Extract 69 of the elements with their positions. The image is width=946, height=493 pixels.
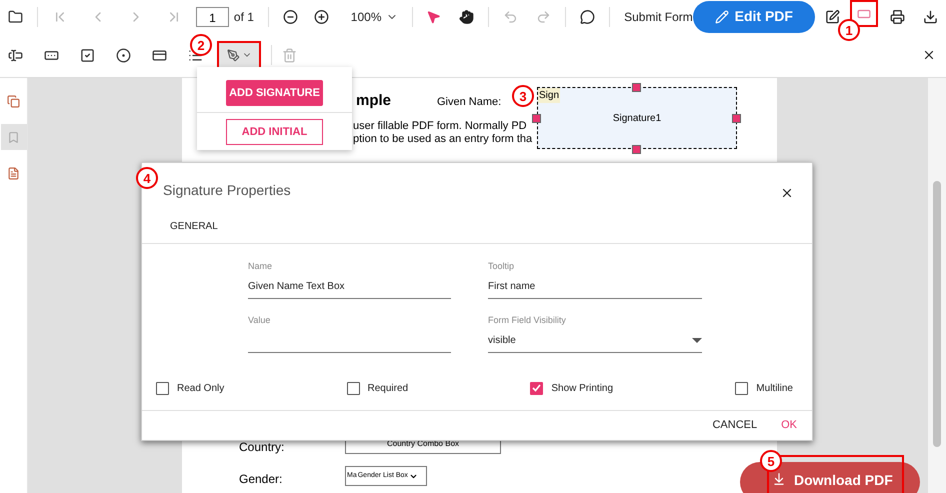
pencil-icon xyxy=(714,10,729,24)
open-icon[interactable] xyxy=(8,8,23,24)
input-field[interactable]: Tooltip First name xyxy=(488,260,702,299)
field-value: visible xyxy=(488,334,516,348)
field-value: Given Name Text Box xyxy=(248,280,345,294)
signature-button[interactable] xyxy=(217,41,261,69)
zoom-in-icon[interactable] xyxy=(314,8,329,24)
checkbox-label: Required xyxy=(368,382,408,396)
page-count: of 1 xyxy=(234,8,254,26)
dialog-button[interactable]: OK xyxy=(781,417,797,434)
pen-icon xyxy=(226,48,240,62)
checkbox[interactable] xyxy=(156,382,169,394)
body-text: user fillable PDF form. Normally PD xyxy=(353,119,527,134)
close-icon[interactable] xyxy=(780,186,794,200)
download-icon[interactable] xyxy=(923,8,938,24)
caret-icon xyxy=(692,338,702,343)
submit-form-button[interactable]: Submit Form xyxy=(624,8,693,26)
resize-handle[interactable] xyxy=(532,114,541,123)
pointer-icon[interactable] xyxy=(426,8,442,24)
textbox-icon[interactable] xyxy=(8,48,23,62)
field-label: Name xyxy=(248,260,274,273)
heading: mple xyxy=(356,91,392,111)
resize-handle[interactable] xyxy=(632,83,641,92)
dialog-title: Signature Properties xyxy=(163,181,291,200)
resize-handle[interactable] xyxy=(632,145,641,154)
pages-icon xyxy=(7,94,20,108)
select-field[interactable]: Form Field Visibility visible xyxy=(488,314,702,353)
dialog-button[interactable]: CANCEL xyxy=(712,417,758,434)
dialog-tab[interactable]: GENERAL xyxy=(170,218,218,234)
field-label: Value xyxy=(248,314,272,327)
checkbox[interactable] xyxy=(530,382,544,394)
field-value: First name xyxy=(488,280,536,294)
print-icon[interactable] xyxy=(890,8,906,24)
dropdown-field-icon[interactable] xyxy=(152,48,167,62)
edit-pdf-button[interactable]: Edit PDF xyxy=(692,0,815,32)
menu-item[interactable]: ADD SIGNATURE xyxy=(226,80,323,106)
checkbox[interactable] xyxy=(346,382,360,394)
field-label: Given Name: xyxy=(437,95,502,110)
comment-icon[interactable] xyxy=(580,8,596,24)
callout-number: 2 xyxy=(190,34,212,56)
field-label: Form Field Visibility xyxy=(488,314,567,327)
checkbox-label: Read Only xyxy=(177,382,224,396)
input-field[interactable]: Value xyxy=(248,314,451,353)
field-label: Country: xyxy=(239,439,284,456)
field-name: Signature1 xyxy=(612,112,662,126)
checkbox-icon[interactable] xyxy=(80,48,95,62)
form-designer-icon[interactable] xyxy=(824,8,840,24)
bookmark-icon xyxy=(7,130,20,144)
sign-badge: Sign xyxy=(538,88,560,103)
checkbox[interactable] xyxy=(735,382,748,394)
close-icon[interactable] xyxy=(922,48,936,62)
checkbox-label: Multiline xyxy=(756,382,793,396)
checkbox-label: Show Printing xyxy=(551,382,614,396)
input-field[interactable]: Name Given Name Text Box xyxy=(248,260,451,299)
scrollbar-thumb[interactable] xyxy=(933,181,941,447)
body-text: ption to be used as an entry form tha xyxy=(353,132,532,147)
field-label: Tooltip xyxy=(488,260,516,273)
callout-number: 1 xyxy=(838,19,860,41)
download-icon xyxy=(772,472,786,486)
zoom-dropdown[interactable]: 100% xyxy=(350,8,398,26)
resize-handle[interactable] xyxy=(732,114,741,123)
document-icon xyxy=(7,166,20,180)
hand-icon[interactable] xyxy=(459,8,474,24)
field-label: Gender: xyxy=(239,471,282,488)
signature-field[interactable]: Sign Signature1 xyxy=(537,87,737,149)
page-input[interactable]: 1 xyxy=(196,6,229,26)
menu-item[interactable]: ADD INITIAL xyxy=(226,119,323,145)
zoom-out-icon[interactable] xyxy=(282,8,298,24)
radio-button-icon[interactable] xyxy=(116,48,131,62)
